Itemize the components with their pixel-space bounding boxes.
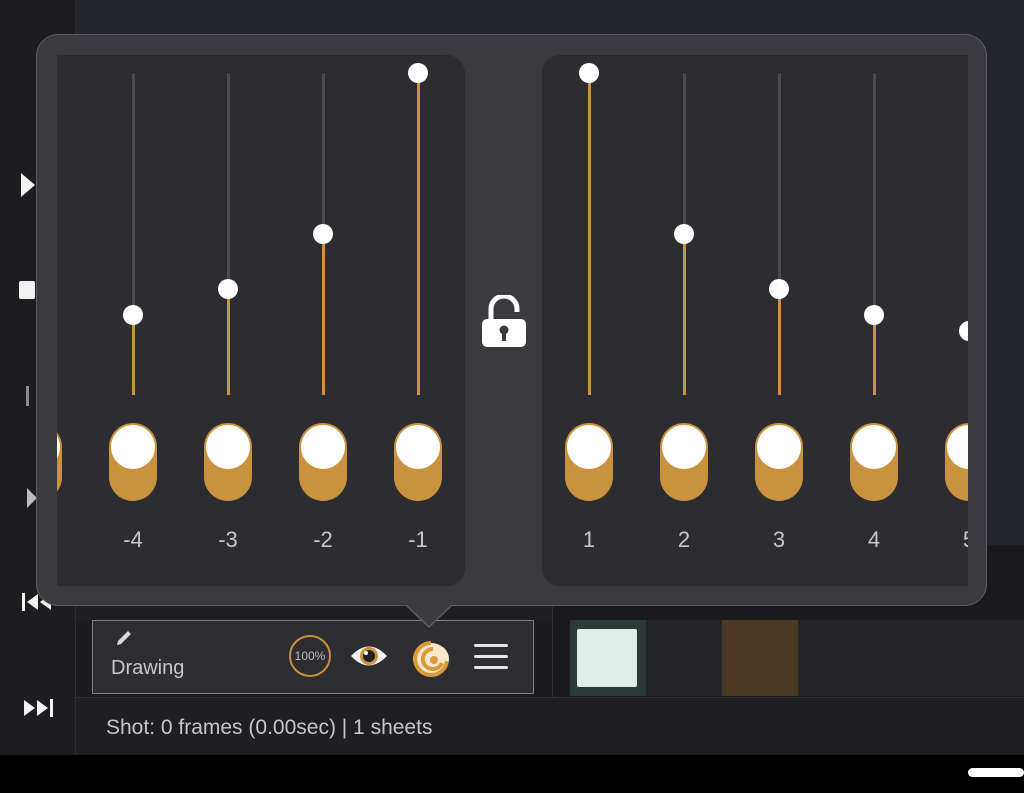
opacity-slider-fill — [682, 234, 686, 395]
frame-offset-label: -2 — [313, 527, 333, 552]
layer-name: Drawing — [111, 657, 185, 679]
opacity-slider-fill — [226, 288, 230, 395]
pencil-icon — [117, 631, 131, 645]
frame-offset-label: 2 — [677, 527, 691, 552]
opacity-slider-knob[interactable] — [579, 63, 599, 83]
toggle-knob — [301, 425, 345, 469]
frame-offset-label: -4 — [123, 527, 143, 552]
frame-toggle[interactable] — [57, 423, 62, 501]
frame-cell[interactable] — [570, 620, 646, 696]
frame-toggle[interactable] — [204, 423, 252, 501]
onion-skin-popover: -5 -4 -3 -2 -1 1 2 3 4 5 — [36, 34, 987, 606]
toggle-knob — [662, 425, 706, 469]
stop-icon[interactable] — [19, 281, 35, 303]
eye-icon[interactable] — [349, 641, 389, 671]
layer-opacity-badge[interactable]: 100% — [289, 635, 331, 677]
frame-offset-label: 4 — [867, 527, 881, 552]
opacity-slider-knob[interactable] — [123, 304, 143, 325]
opacity-slider-fill — [777, 288, 781, 395]
opacity-slider-knob[interactable] — [864, 304, 884, 325]
frame-offset-label: -5 — [57, 527, 68, 553]
opacity-slider-fill — [587, 73, 591, 395]
frame-offset-label: 5 — [939, 527, 968, 553]
toggle-knob — [206, 425, 250, 469]
toggle-knob — [947, 425, 968, 469]
opacity-slider-knob[interactable] — [959, 320, 968, 341]
frame-offset-label: -1 — [408, 527, 428, 552]
frame-toggle[interactable] — [660, 423, 708, 501]
skip-to-start-icon[interactable] — [26, 386, 36, 410]
toggle-knob — [111, 425, 155, 469]
frame-toggle[interactable] — [945, 423, 968, 501]
status-bar: Shot: 0 frames (0.00sec) | 1 sheets — [76, 697, 1024, 756]
unlock-icon[interactable] — [479, 295, 529, 349]
play-icon[interactable] — [20, 172, 36, 202]
frame-offset-label: 1 — [582, 527, 596, 552]
opacity-slider-fill — [872, 314, 876, 395]
frames-row — [570, 620, 1024, 696]
onion-after-panel: 1 2 3 4 5 — [542, 55, 968, 586]
home-indicator[interactable] — [968, 768, 1024, 777]
popover-arrow — [406, 604, 452, 626]
frame-toggle[interactable] — [299, 423, 347, 501]
layer-row-drawing[interactable]: Drawing 100% — [92, 620, 534, 694]
toggle-knob — [567, 425, 611, 469]
toggle-knob — [852, 425, 896, 469]
frame-toggle[interactable] — [565, 423, 613, 501]
bottom-bar — [0, 755, 1024, 793]
frame-toggle[interactable] — [755, 423, 803, 501]
frame-offset-label: 3 — [772, 527, 786, 552]
frame-toggle[interactable] — [109, 423, 157, 501]
opacity-slider-fill — [131, 314, 135, 395]
opacity-slider-knob[interactable] — [408, 63, 428, 83]
opacity-slider-knob[interactable] — [218, 278, 238, 299]
opacity-slider-fill — [416, 73, 420, 395]
toggle-knob — [757, 425, 801, 469]
onion-before-panel: -5 -4 -3 -2 -1 — [57, 55, 465, 586]
opacity-slider-fill — [321, 234, 325, 395]
toggle-knob — [57, 425, 60, 469]
onion-skin-icon[interactable] — [411, 639, 451, 677]
frame-thumbnail — [577, 629, 637, 687]
toggle-knob — [396, 425, 440, 469]
opacity-slider-knob[interactable] — [313, 224, 333, 244]
opacity-slider-knob[interactable] — [769, 278, 789, 299]
opacity-slider-knob[interactable] — [674, 224, 694, 244]
frame-offset-label: -3 — [218, 527, 238, 552]
fast-forward-icon[interactable] — [22, 698, 54, 722]
frame-cell-current[interactable] — [722, 620, 798, 696]
frame-toggle[interactable] — [850, 423, 898, 501]
menu-icon[interactable] — [473, 641, 509, 673]
frame-toggle[interactable] — [394, 423, 442, 501]
status-text: Shot: 0 frames (0.00sec) | 1 sheets — [106, 716, 433, 739]
